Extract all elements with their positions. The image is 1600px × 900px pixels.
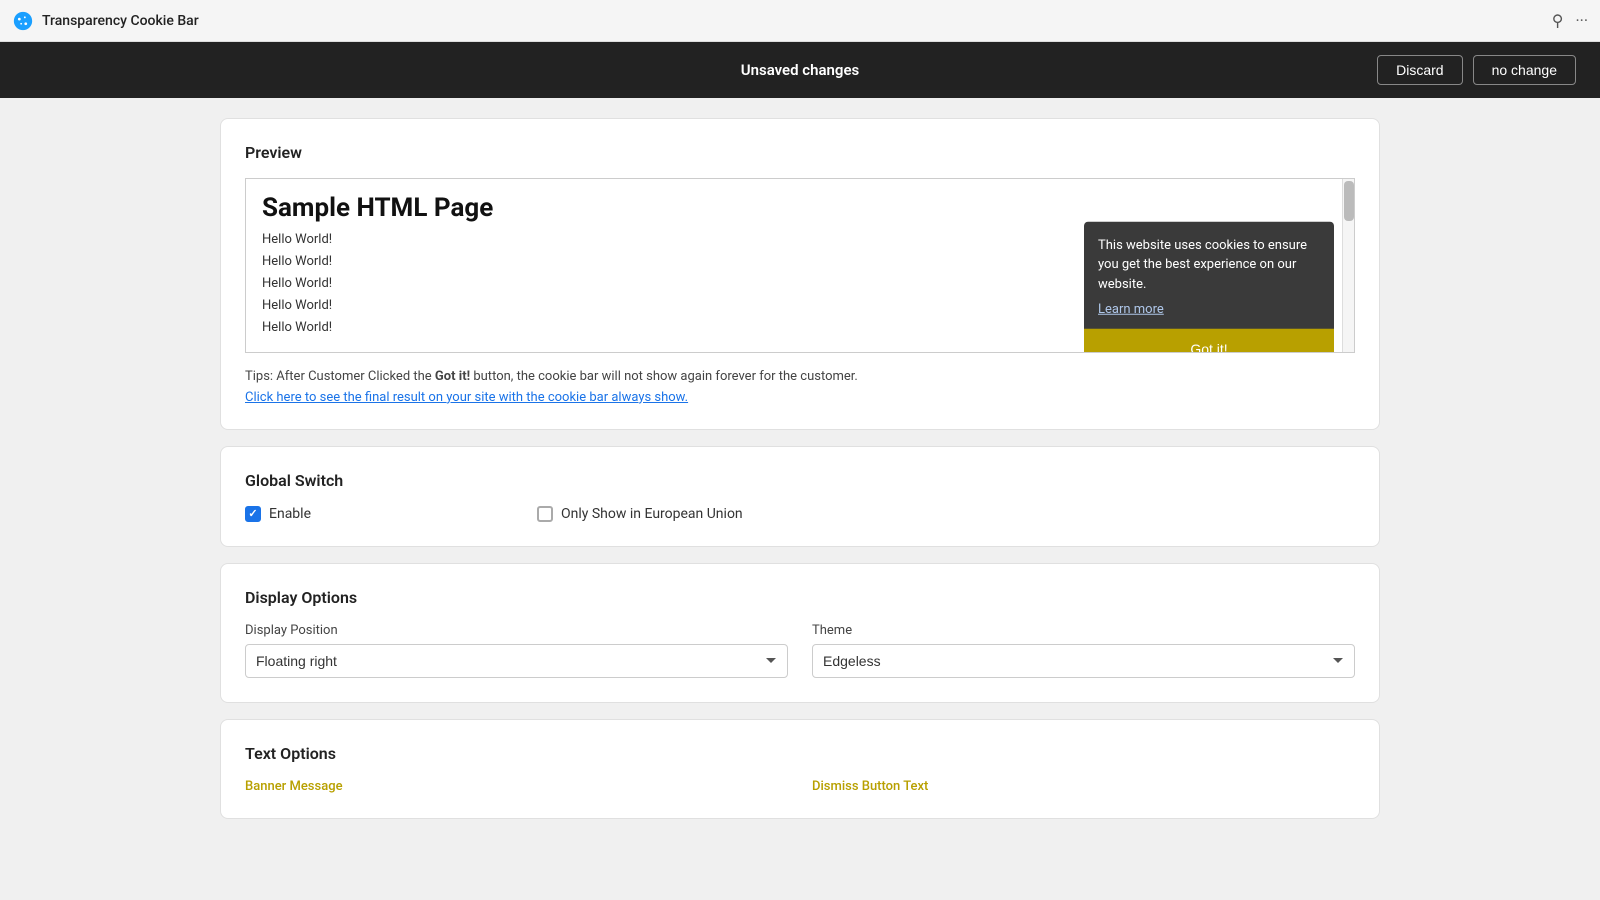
pin-icon[interactable]: ⚲ [1552,11,1564,30]
app-title: Transparency Cookie Bar [42,13,199,29]
preview-title: Preview [245,143,1355,162]
tips-text-after: button, the cookie bar will not show aga… [473,369,858,384]
position-label: Display Position [245,623,788,638]
display-options-card: Display Options Display Position Floatin… [220,563,1380,703]
main-content: Preview Sample HTML Page Hello World! He… [0,98,1600,839]
app-icon [12,10,34,32]
global-switch-card: Global Switch Enable Only Show in Europe… [220,446,1380,547]
text-options-card: Text Options Banner Message Dismiss Butt… [220,719,1380,819]
theme-select[interactable]: Edgeless Classic Minimal [812,644,1355,678]
dismiss-button-label: Dismiss Button Text [812,779,1355,794]
text-options-title: Text Options [245,744,1355,763]
title-bar-left: Transparency Cookie Bar [12,10,199,32]
text-options-row: Banner Message Dismiss Button Text [245,779,1355,794]
preview-scrollbar[interactable] [1342,179,1354,352]
unsaved-bar: Unsaved changes Discard no change [0,42,1600,98]
position-group: Display Position Floating right Floating… [245,623,788,678]
eu-checkbox[interactable] [537,506,553,522]
theme-group: Theme Edgeless Classic Minimal [812,623,1355,678]
preview-iframe: Sample HTML Page Hello World! Hello Worl… [245,178,1355,353]
checkbox-row: Enable Only Show in European Union [245,506,1355,522]
enable-checkbox-item[interactable]: Enable [245,506,311,522]
tips-link[interactable]: Click here to see the final result on yo… [245,390,1355,405]
dismiss-button-group: Dismiss Button Text [812,779,1355,794]
options-row: Display Position Floating right Floating… [245,623,1355,678]
title-bar: Transparency Cookie Bar ⚲ ··· [0,0,1600,42]
global-switch-title: Global Switch [245,471,1355,490]
enable-label: Enable [269,506,311,522]
cookie-preview-box: This website uses cookies to ensure you … [1084,221,1334,353]
cookie-box-message: This website uses cookies to ensure you … [1084,221,1334,302]
scrollbar-thumb [1344,181,1354,221]
position-select[interactable]: Floating right Floating left Bottom bar … [245,644,788,678]
enable-checkbox[interactable] [245,506,261,522]
tips-text-before: Tips: After Customer Clicked the [245,369,435,384]
tips-text: Tips: After Customer Clicked the Got it!… [245,367,1355,388]
theme-label: Theme [812,623,1355,638]
banner-message-label: Banner Message [245,779,788,794]
more-icon[interactable]: ··· [1575,11,1588,30]
eu-label: Only Show in European Union [561,506,743,522]
display-options-title: Display Options [245,588,1355,607]
cookie-box-got-it[interactable]: Got it! [1084,329,1334,353]
cookie-box-learn-more[interactable]: Learn more [1084,302,1334,329]
tips-got-it: Got it! [435,369,470,384]
no-change-button[interactable]: no change [1473,55,1576,85]
banner-message-group: Banner Message [245,779,788,794]
unsaved-bar-actions: Discard no change [1377,55,1576,85]
unsaved-bar-title: Unsaved changes [741,61,860,79]
title-bar-right: ⚲ ··· [1552,11,1588,30]
preview-card: Preview Sample HTML Page Hello World! He… [220,118,1380,430]
discard-button[interactable]: Discard [1377,55,1462,85]
eu-checkbox-item[interactable]: Only Show in European Union [537,506,743,522]
